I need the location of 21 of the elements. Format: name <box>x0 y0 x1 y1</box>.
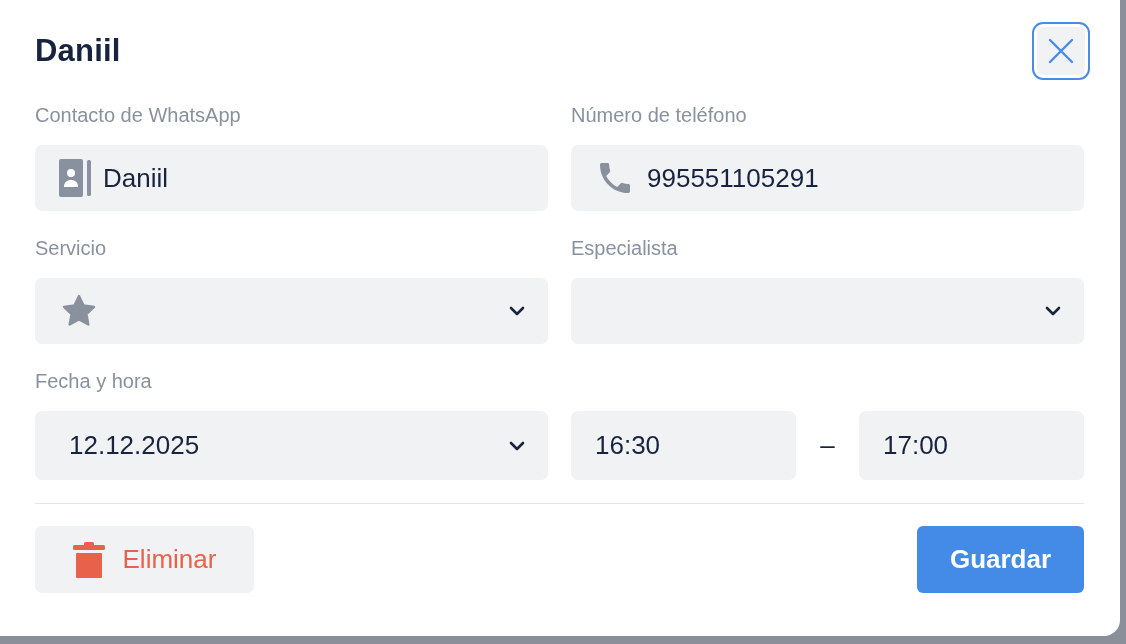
trash-icon <box>72 541 105 578</box>
field-label: Servicio <box>35 236 108 260</box>
end-time-field[interactable]: 17:00 <box>859 411 1084 480</box>
start-time-field[interactable]: 16:30 <box>571 411 796 480</box>
phone-field[interactable]: 995551105291 <box>571 145 1084 211</box>
close-icon <box>1048 38 1074 64</box>
dialog-title: Daniil <box>35 33 121 69</box>
chevron-down-icon <box>508 439 526 452</box>
close-button[interactable] <box>1032 22 1090 80</box>
date-dropdown[interactable]: 12.12.2025 <box>35 411 548 480</box>
field-label: Número de teléfono <box>571 103 748 127</box>
chevron-down-icon <box>508 305 526 317</box>
field-label: Especialista <box>571 236 679 260</box>
service-dropdown[interactable] <box>35 278 548 344</box>
field-label: Fecha y hora <box>35 369 153 393</box>
range-separator: – <box>819 430 836 461</box>
field-label: Contacto de WhatsApp <box>35 103 242 127</box>
contact-field[interactable]: Daniil <box>35 145 548 211</box>
specialist-dropdown[interactable] <box>571 278 1084 344</box>
contact-card-icon <box>59 159 91 197</box>
chevron-down-icon <box>1044 305 1062 317</box>
